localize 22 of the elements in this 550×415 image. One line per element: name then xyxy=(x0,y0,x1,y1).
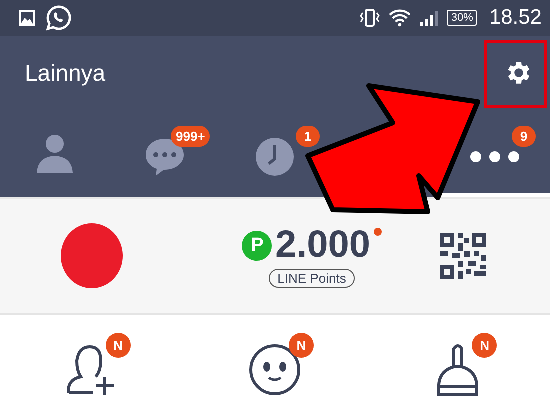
wifi-icon xyxy=(389,9,412,27)
points-label[interactable]: LINE Points xyxy=(268,269,356,288)
paintbrush-icon[interactable] xyxy=(435,343,482,397)
signal-icon xyxy=(419,9,440,27)
more-icon xyxy=(470,150,520,162)
battery-indicator: 30% xyxy=(447,10,478,26)
notification-count: 999+ xyxy=(171,126,210,147)
clock-time: 18.52 xyxy=(489,6,542,30)
new-badge: N xyxy=(106,333,131,358)
vibrate-icon xyxy=(359,9,382,27)
notification-count: 1 xyxy=(296,126,320,147)
qr-code-icon[interactable] xyxy=(440,233,486,279)
points-amount[interactable]: 2.000 xyxy=(275,224,371,267)
chat-phone-icon xyxy=(46,5,72,31)
points-icon: P xyxy=(242,230,272,260)
image-icon xyxy=(18,9,36,27)
new-badge: N xyxy=(472,333,498,358)
new-badge: N xyxy=(288,333,314,358)
screen-title: Lainnya xyxy=(25,60,106,86)
avatar[interactable] xyxy=(60,223,124,289)
notification-count: 9 xyxy=(512,126,536,147)
clock-icon xyxy=(255,136,295,176)
